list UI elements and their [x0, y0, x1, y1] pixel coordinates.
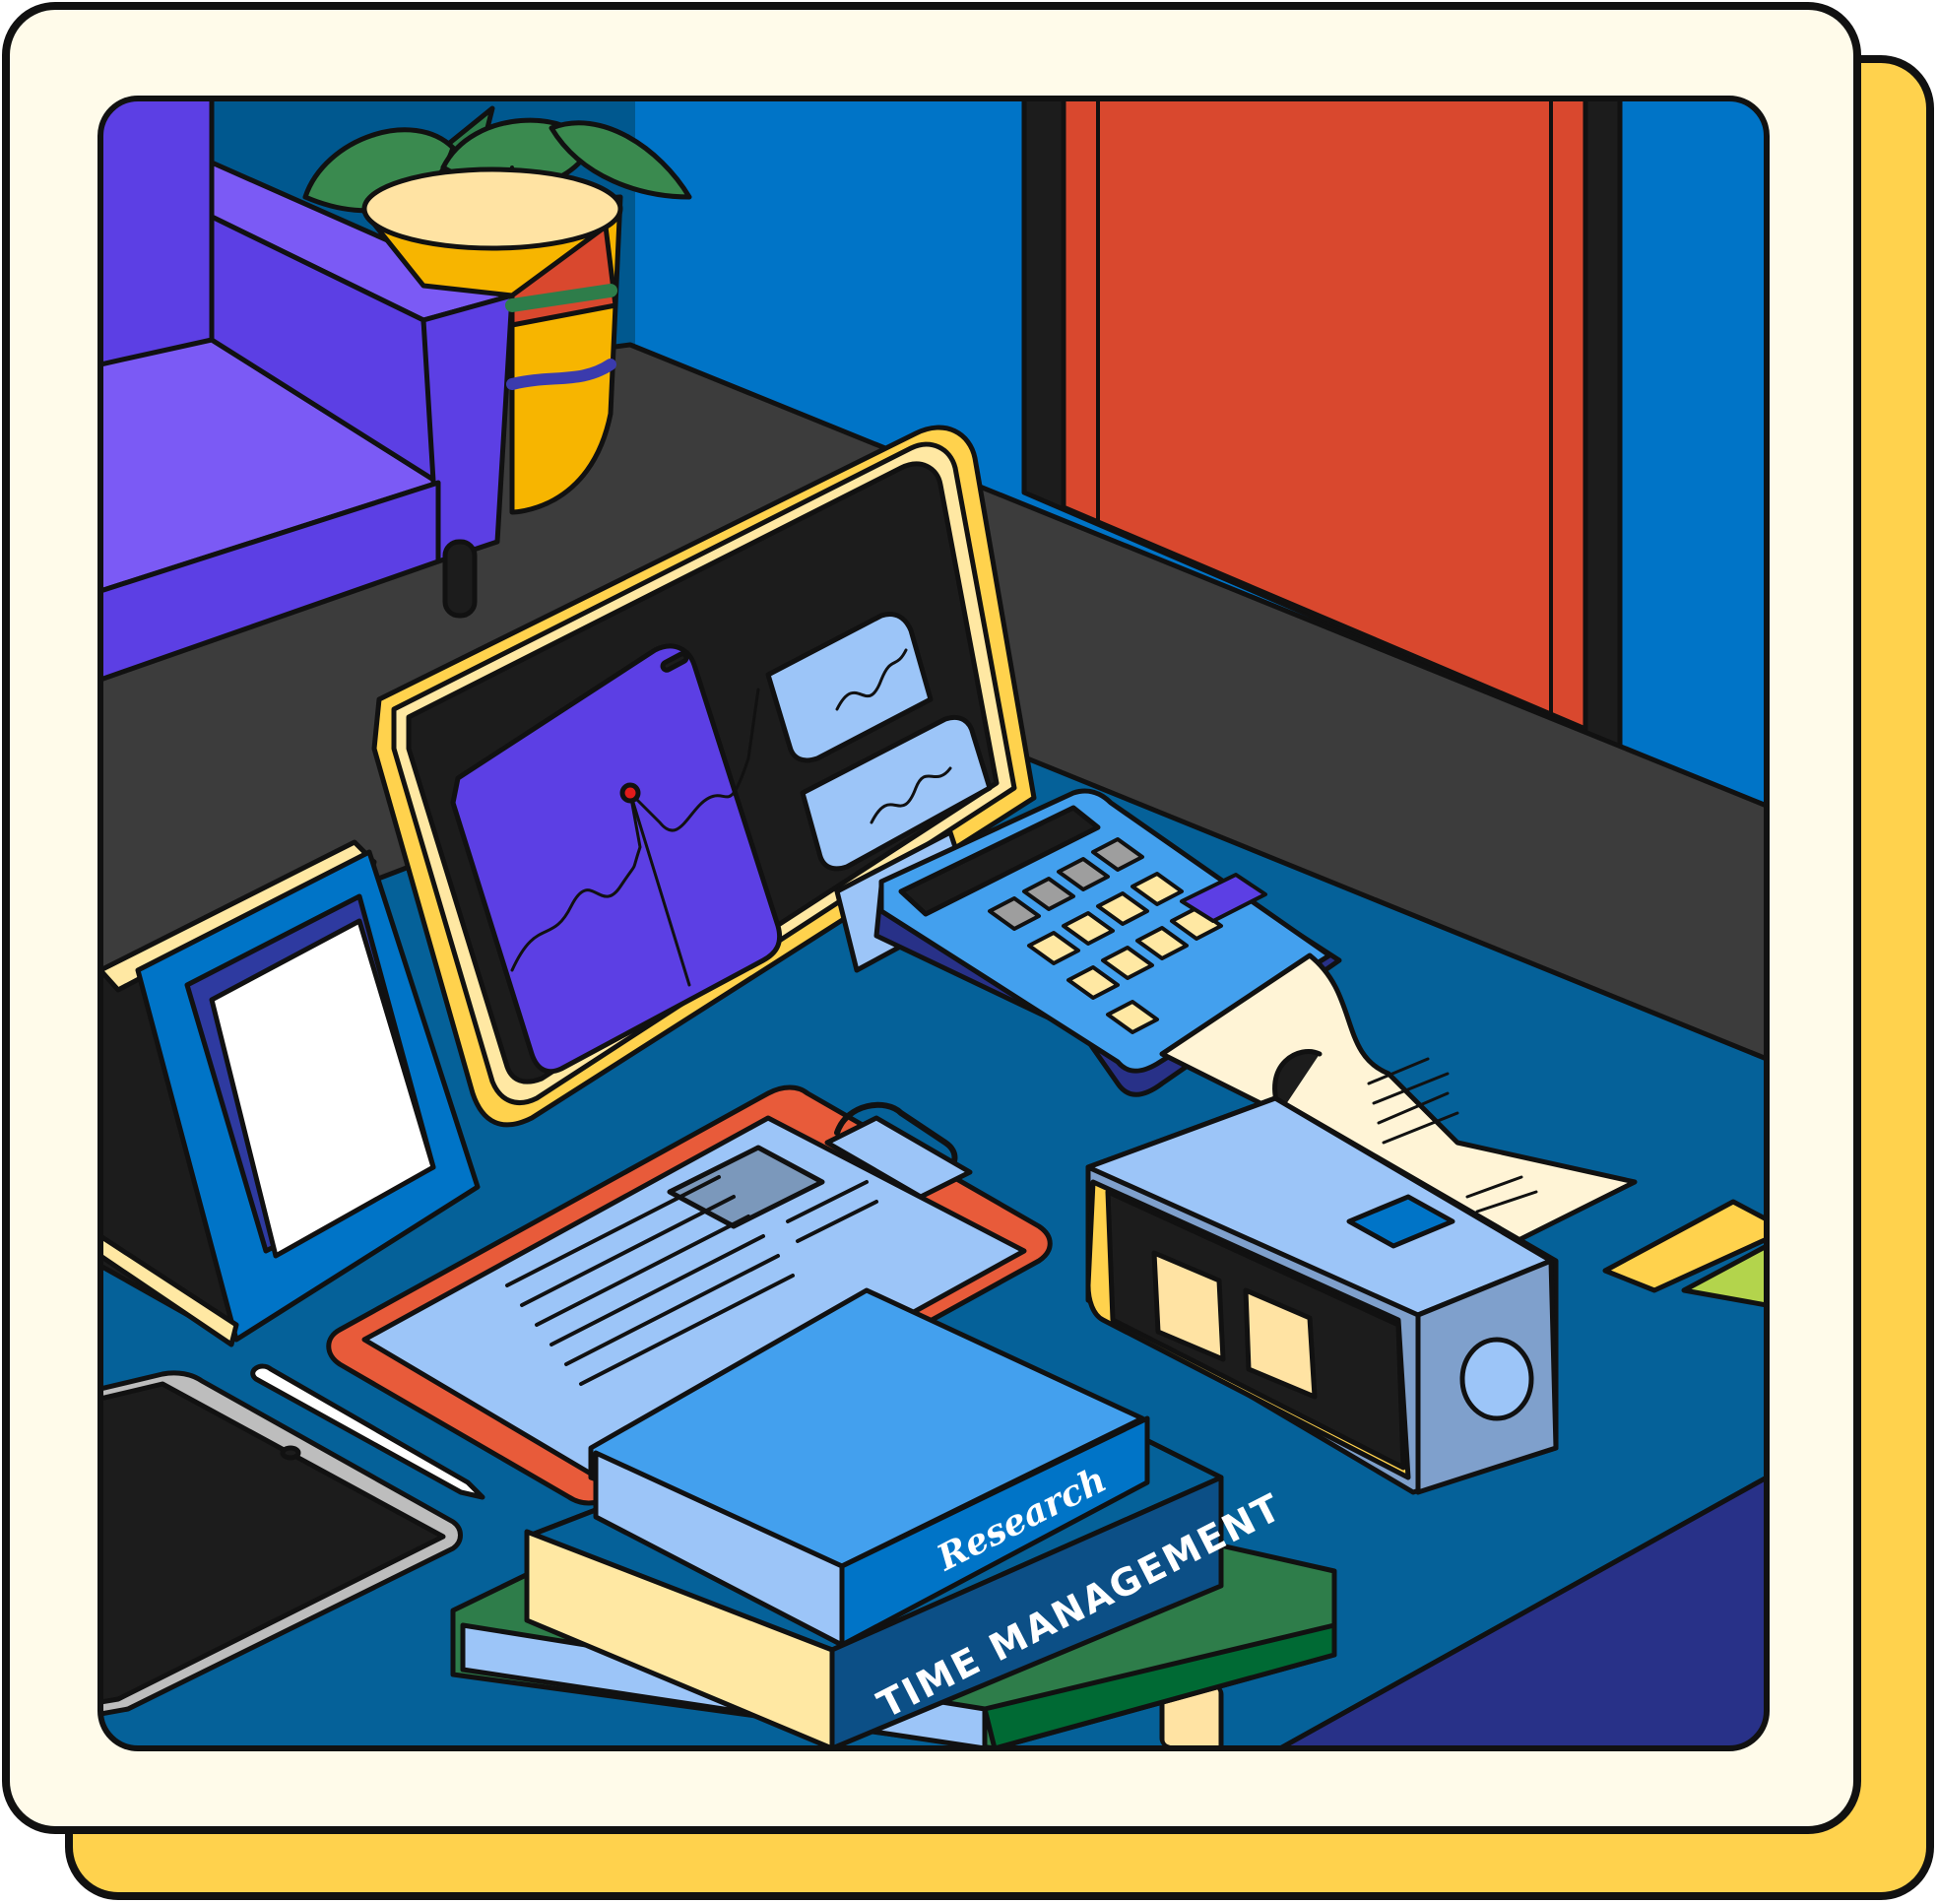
workspace-illustration: TIME MANAGEMENT Research: [2, 2, 1934, 1900]
scene-inner: TIME MANAGEMENT Research: [100, 98, 1767, 1748]
